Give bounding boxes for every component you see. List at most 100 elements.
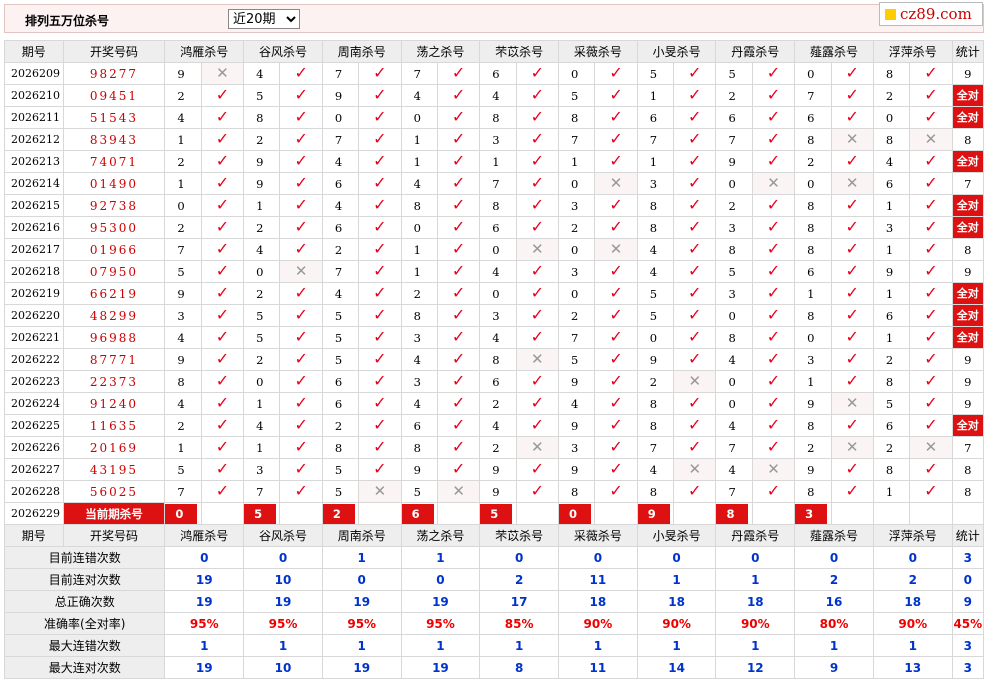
check-mark-icon: ✓	[530, 283, 545, 303]
current-spacer-cell	[830, 502, 874, 525]
header-expert[interactable]: 浮萍杀号	[872, 524, 953, 547]
current-kill-badge: 0	[559, 503, 592, 524]
check-icon: ✓	[673, 436, 717, 459]
kill-value-cell: 9	[794, 392, 832, 415]
kill-value-cell: 4	[400, 392, 438, 415]
kill-value-cell: 5	[243, 326, 281, 349]
check-mark-icon: ✓	[530, 261, 545, 281]
check-icon: ✓	[200, 370, 245, 393]
check-icon: ✓	[594, 392, 638, 415]
period-range-select[interactable]: 近20期	[228, 9, 300, 29]
check-mark-icon: ✓	[530, 195, 545, 215]
cross-icon: ✕	[830, 392, 874, 415]
header-expert[interactable]: 丹霞杀号	[715, 40, 796, 63]
check-icon: ✓	[200, 106, 245, 129]
check-icon: ✓	[673, 62, 717, 85]
current-kill-cell: 0	[558, 502, 596, 525]
check-mark-icon: ✓	[609, 371, 623, 391]
kill-value-cell: 2	[164, 414, 202, 437]
kill-value-cell: 5	[636, 62, 675, 85]
check-mark-icon: ✓	[215, 239, 230, 259]
header-expert[interactable]: 浮萍杀号	[872, 40, 953, 63]
kill-value-cell: 7	[715, 128, 753, 151]
header-expert[interactable]: 薤露杀号	[794, 524, 874, 547]
check-icon: ✓	[358, 106, 402, 129]
current-spacer-cell	[279, 502, 323, 525]
header-expert[interactable]: 采薇杀号	[558, 40, 638, 63]
check-mark-icon: ✓	[924, 459, 938, 479]
check-icon: ✓	[751, 414, 796, 437]
header-expert[interactable]: 荡之杀号	[400, 40, 481, 63]
header-expert[interactable]: 采薇杀号	[558, 524, 638, 547]
stat-cell: 8	[951, 458, 985, 481]
check-mark-icon: ✓	[688, 437, 702, 457]
check-icon: ✓	[594, 84, 638, 107]
check-mark-icon: ✓	[688, 195, 702, 215]
cross-mark-icon: ✕	[688, 372, 702, 390]
check-icon: ✓	[830, 150, 874, 173]
kill-value-cell: 4	[164, 326, 202, 349]
check-mark-icon: ✓	[845, 305, 859, 325]
check-mark-icon: ✓	[294, 151, 308, 171]
cross-mark-icon: ✕	[688, 460, 702, 478]
check-icon: ✓	[594, 194, 638, 217]
check-mark-icon: ✓	[215, 371, 230, 391]
check-icon: ✓	[673, 392, 717, 415]
header-expert[interactable]: 周南杀号	[321, 524, 402, 547]
header-expert[interactable]: 小旻杀号	[636, 524, 717, 547]
kill-value-cell: 4	[479, 326, 517, 349]
kill-value-cell: 0	[715, 304, 753, 327]
check-mark-icon: ✓	[924, 283, 938, 303]
check-icon: ✓	[751, 84, 796, 107]
check-mark-icon: ✓	[373, 239, 387, 259]
kill-value-cell: 1	[872, 282, 911, 305]
kill-value-cell: 4	[321, 282, 360, 305]
kill-value-cell: 4	[715, 414, 753, 437]
header-expert[interactable]: 周南杀号	[321, 40, 402, 63]
check-icon: ✓	[673, 150, 717, 173]
header-expert[interactable]: 鸿雁杀号	[164, 40, 245, 63]
kill-value-cell: 0	[558, 172, 596, 195]
check-mark-icon: ✓	[845, 371, 859, 391]
kill-value-cell: 8	[872, 128, 911, 151]
check-icon: ✓	[673, 216, 717, 239]
check-mark-icon: ✓	[766, 85, 781, 105]
kill-value-cell: 0	[243, 260, 281, 283]
header-expert[interactable]: 鸿雁杀号	[164, 524, 245, 547]
kill-value-cell: 3	[558, 260, 596, 283]
check-icon: ✓	[830, 304, 874, 327]
check-mark-icon: ✓	[294, 283, 308, 303]
kill-value-cell: 8	[794, 304, 832, 327]
header-expert[interactable]: 小旻杀号	[636, 40, 717, 63]
check-mark-icon: ✓	[609, 305, 623, 325]
cross-icon: ✕	[594, 238, 638, 261]
check-mark-icon: ✓	[294, 217, 308, 237]
period-cell: 2026216	[4, 216, 64, 239]
kill-value-cell: 3	[636, 172, 675, 195]
check-icon: ✓	[358, 326, 402, 349]
kill-value-cell: 8	[321, 436, 360, 459]
stats-value: 1	[400, 634, 481, 657]
site-logo[interactable]: cz89.com	[879, 2, 983, 26]
check-mark-icon: ✓	[294, 481, 308, 501]
header-expert[interactable]: 芣苡杀号	[479, 40, 560, 63]
check-icon: ✓	[279, 458, 323, 481]
logo-text: cz89.com	[900, 5, 972, 23]
check-icon: ✓	[279, 62, 323, 85]
cross-mark-icon: ✕	[924, 438, 938, 456]
check-mark-icon: ✓	[373, 129, 387, 149]
stats-value: 1	[636, 568, 717, 591]
kill-value-cell: 8	[636, 216, 675, 239]
check-icon: ✓	[200, 84, 245, 107]
header-expert[interactable]: 薤露杀号	[794, 40, 874, 63]
check-mark-icon: ✓	[215, 261, 230, 281]
stats-total: 45%	[951, 612, 985, 635]
header-expert[interactable]: 谷风杀号	[243, 40, 323, 63]
header-expert[interactable]: 谷风杀号	[243, 524, 323, 547]
header-expert[interactable]: 芣苡杀号	[479, 524, 560, 547]
draw-number-cell: 01966	[62, 238, 166, 261]
kill-value-cell: 2	[794, 150, 832, 173]
header-expert[interactable]: 荡之杀号	[400, 524, 481, 547]
check-icon: ✓	[515, 392, 560, 415]
header-expert[interactable]: 丹霞杀号	[715, 524, 796, 547]
